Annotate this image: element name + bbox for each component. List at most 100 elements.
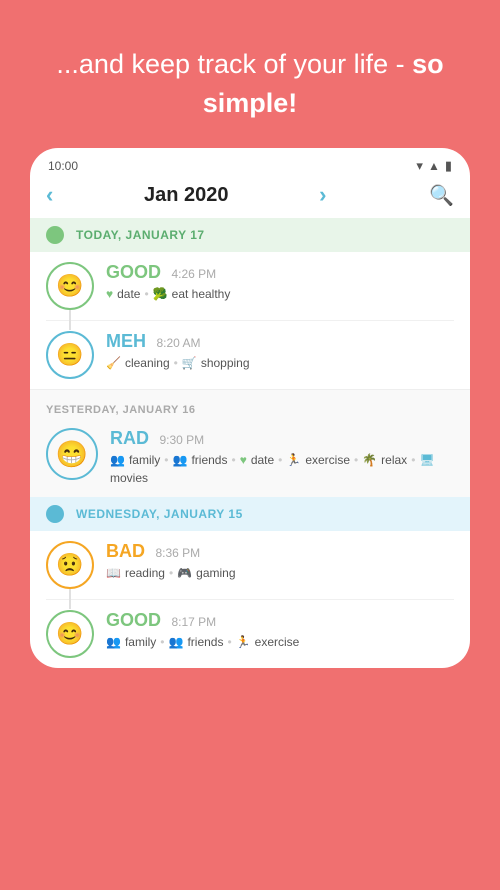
tag-sep-gw-1: • [160,635,164,649]
tag-icon-healthy: 🥦 [153,287,168,301]
timeline-line-bad [69,589,71,609]
hero-section: ...and keep track of your life - so simp… [0,0,500,148]
tag-date-rad: date [251,453,274,467]
entry-content-bad: BAD 8:36 PM 📖 reading • 🎮 gaming [106,541,454,580]
scroll-area[interactable]: TODAY, JANUARY 17 😊 GOOD 4:26 PM ♥ date [30,218,470,668]
phone-card: 10:00 ▾ ▲ ▮ ‹ Jan 2020 › 🔍 TODAY, JANUAR… [30,148,470,668]
tag-icon-friends: 👥 [173,453,188,467]
nav-bar: ‹ Jan 2020 › 🔍 [30,178,470,218]
day-section-wednesday: WEDNESDAY, JANUARY 15 😟 BAD 8:36 PM 📖 [30,497,470,668]
month-title: Jan 2020 [144,184,229,207]
today-header: TODAY, JANUARY 17 [30,218,470,252]
mood-icon-bad: 😟 [46,541,94,589]
entry-time-good: 4:26 PM [171,267,216,281]
mood-label-good-wed: GOOD [106,610,161,630]
battery-icon: ▮ [445,158,452,174]
entry-mood-line-good-wed: GOOD 8:17 PM [106,610,454,631]
entry-content-meh: MEH 8:20 AM 🧹 cleaning • 🛒 shopping [106,331,454,370]
tag-family: family [129,453,160,467]
yesterday-label: YESTERDAY, JANUARY 16 [46,404,195,416]
wednesday-dot [46,505,64,523]
entry-good-wed: 😊 GOOD 8:17 PM 👥 family • 👥 friends [46,600,454,668]
tag-movies: movies [110,471,148,485]
mood-label-rad: RAD [110,428,149,448]
tag-sep-2: • [231,453,235,467]
day-section-today: TODAY, JANUARY 17 😊 GOOD 4:26 PM ♥ date [30,218,470,389]
tag-icon-family: 👥 [110,453,125,467]
entry-bad: 😟 BAD 8:36 PM 📖 reading • 🎮 gaming [46,531,454,600]
tag-exercise-wed: exercise [255,635,300,649]
mood-label-meh: MEH [106,331,146,351]
entry-time-rad: 9:30 PM [159,433,204,447]
tag-sep-5: • [411,453,415,467]
rad-content: RAD 9:30 PM 👥 family • 👥 friends • ♥ dat… [110,428,454,485]
status-bar: 10:00 ▾ ▲ ▮ [30,148,470,178]
entry-good: 😊 GOOD 4:26 PM ♥ date • 🥦 eat healthy [46,252,454,321]
yesterday-header: YESTERDAY, JANUARY 16 [30,390,470,422]
tag-cleaning: cleaning [125,356,170,370]
tag-sep-bad-1: • [169,566,173,580]
entry-time-good-wed: 8:17 PM [171,615,216,629]
status-icons: ▾ ▲ ▮ [416,158,452,174]
tag-icon-exercise: 🏃 [286,453,301,467]
entry-tags-good: ♥ date • 🥦 eat healthy [106,287,454,301]
tag-icon-relax: 🌴 [362,453,377,467]
entry-time-meh: 8:20 AM [156,336,200,350]
entry-content-good-wed: GOOD 8:17 PM 👥 family • 👥 friends • 🏃 ex… [106,610,454,649]
tag-separator-1: • [144,287,148,301]
tag-gaming: gaming [196,566,235,580]
tag-family-wed: family [125,635,156,649]
tag-date: date [117,287,140,301]
tag-friends-wed: friends [187,635,223,649]
tag-friends: friends [191,453,227,467]
entry-tags-bad: 📖 reading • 🎮 gaming [106,566,454,580]
tag-icon-cleaning: 🧹 [106,356,121,370]
prev-month-button[interactable]: ‹ [46,182,53,208]
tag-reading: reading [125,566,165,580]
mood-icon-meh: 😑 [46,331,94,379]
wednesday-label: WEDNESDAY, JANUARY 15 [76,507,243,521]
entry-tags-meh: 🧹 cleaning • 🛒 shopping [106,356,454,370]
entries-today: 😊 GOOD 4:26 PM ♥ date • 🥦 eat healthy [30,252,470,389]
tag-relax: relax [381,453,407,467]
tag-sep-1: • [164,453,168,467]
tag-icon-movies: 🖥 [419,453,434,467]
tag-icon-reading: 📖 [106,566,121,580]
tag-shopping: shopping [201,356,250,370]
wifi-icon: ▾ [416,158,423,174]
tag-sep-4: • [354,453,358,467]
tag-icon-exercise-wed: 🏃 [236,635,251,649]
rad-section: 😁 RAD 9:30 PM 👥 family • 👥 friends • ♥ [30,422,470,497]
entries-wednesday: 😟 BAD 8:36 PM 📖 reading • 🎮 gaming [30,531,470,668]
timeline-line-good [69,310,71,330]
next-month-button[interactable]: › [319,182,326,208]
entry-content-good: GOOD 4:26 PM ♥ date • 🥦 eat healthy [106,262,454,301]
tag-icon-shopping: 🛒 [182,356,197,370]
tag-eat-healthy: eat healthy [172,287,231,301]
today-dot [46,226,64,244]
rad-mood-line: RAD 9:30 PM [110,428,454,449]
mood-icon-good: 😊 [46,262,94,310]
tag-separator-2: • [174,356,178,370]
status-time: 10:00 [48,159,78,173]
mood-icon-rad: 😁 [46,428,98,480]
day-section-yesterday: YESTERDAY, JANUARY 16 😁 RAD 9:30 PM 👥 fa… [30,389,470,497]
mood-label-bad: BAD [106,541,145,561]
mood-label-good: GOOD [106,262,161,282]
tag-sep-gw-2: • [227,635,231,649]
entry-mood-line-meh: MEH 8:20 AM [106,331,454,352]
mood-icon-good-wed: 😊 [46,610,94,658]
entry-tags-rad: 👥 family • 👥 friends • ♥ date • 🏃 exerci… [110,453,454,485]
tag-icon-friends-wed: 👥 [169,635,184,649]
wednesday-header: WEDNESDAY, JANUARY 15 [30,497,470,531]
signal-icon: ▲ [428,159,440,173]
entry-mood-line-bad: BAD 8:36 PM [106,541,454,562]
entry-time-bad: 8:36 PM [155,546,200,560]
search-icon[interactable]: 🔍 [429,183,454,208]
today-label: TODAY, JANUARY 17 [76,228,205,242]
tag-icon-heart: ♥ [106,287,113,301]
entry-tags-good-wed: 👥 family • 👥 friends • 🏃 exercise [106,635,454,649]
tag-icon-family-wed: 👥 [106,635,121,649]
tag-icon-date: ♥ [240,453,247,467]
hero-text: ...and keep track of your life - so simp… [30,45,470,123]
